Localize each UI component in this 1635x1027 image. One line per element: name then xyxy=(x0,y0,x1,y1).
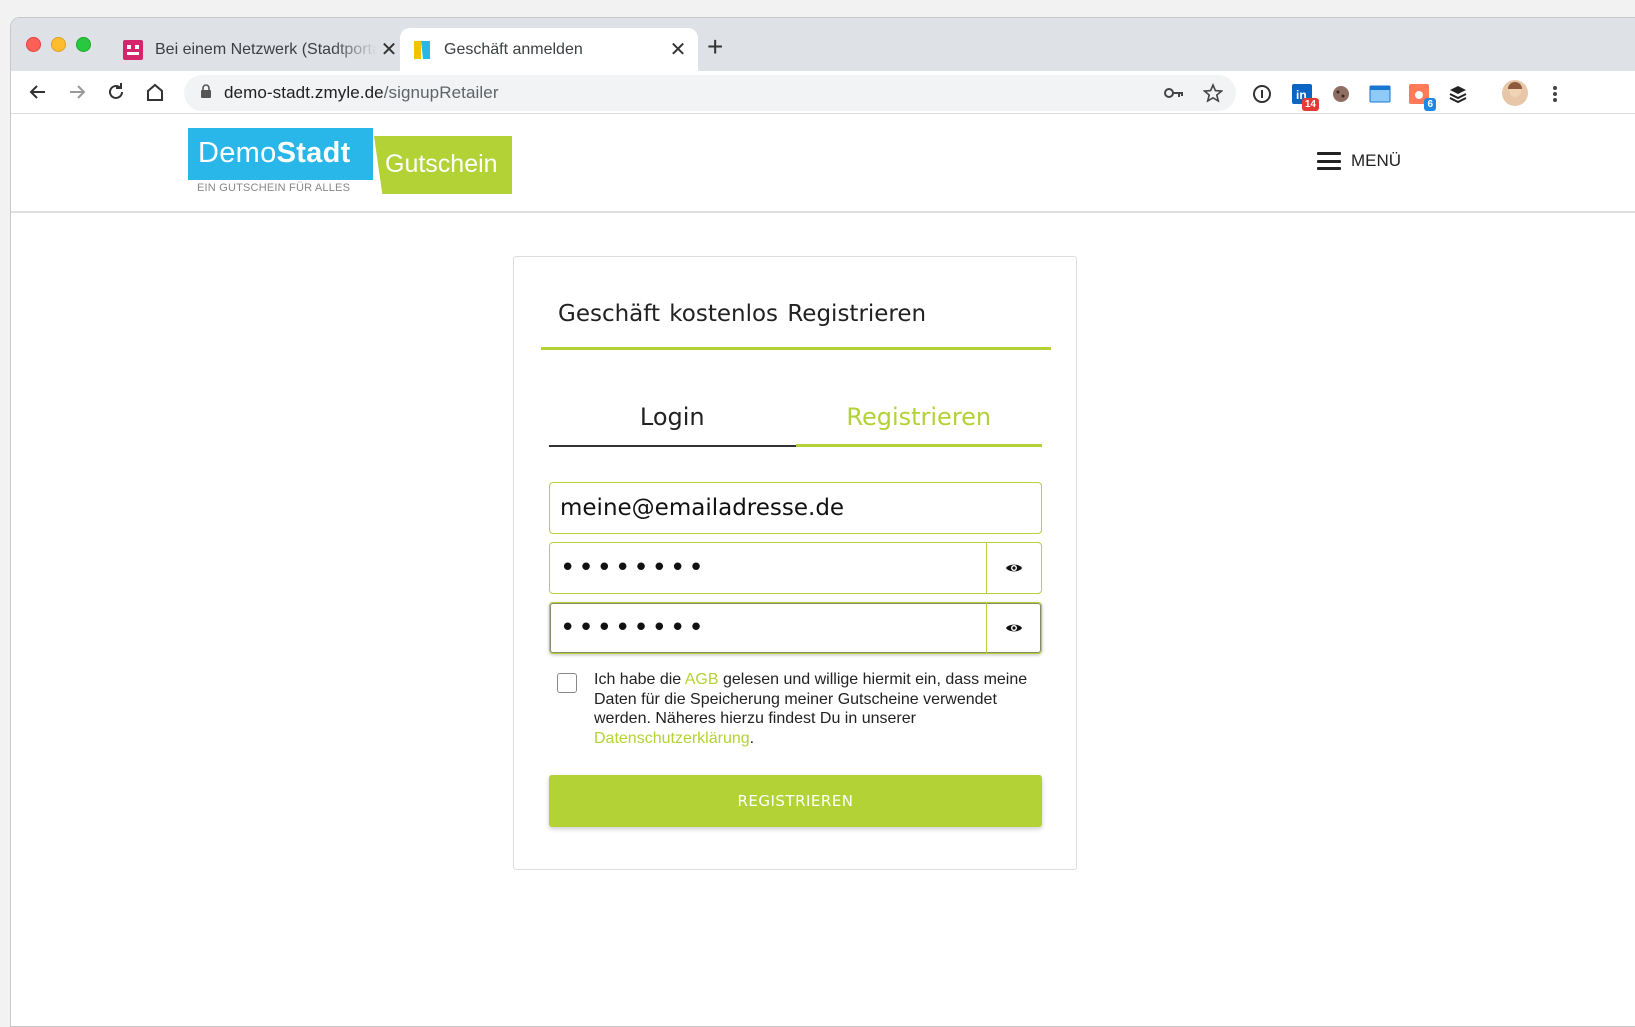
browser-toolbar: demo-stadt.zmyle.de/signupRetailer in 14… xyxy=(11,71,1635,114)
menu-label: MENÜ xyxy=(1351,151,1402,170)
demostadt-flag-icon xyxy=(412,40,432,60)
address-bar[interactable]: demo-stadt.zmyle.de/signupRetailer xyxy=(184,75,1236,111)
logo-demo: Demo xyxy=(198,137,277,169)
linkedin-badge: 14 xyxy=(1301,98,1319,111)
star-icon[interactable] xyxy=(1203,83,1223,103)
tab-title: Geschäft anmelden xyxy=(444,40,583,58)
browser-window: Bei einem Netzwerk (Stadtportal ✕ Geschä… xyxy=(10,17,1635,1027)
maximize-window-button[interactable] xyxy=(76,37,91,52)
agb-link[interactable]: AGB xyxy=(685,671,719,688)
close-tab-icon[interactable]: ✕ xyxy=(666,37,690,62)
layers-extension-icon[interactable] xyxy=(1447,83,1469,105)
url-text: demo-stadt.zmyle.de/signupRetailer xyxy=(224,83,499,103)
demostadt-logo[interactable]: DemoStadt EIN GUTSCHEIN FÜR ALLES Gutsch… xyxy=(188,128,512,198)
lock-icon xyxy=(200,83,212,103)
linkedin-extension-icon[interactable]: in 14 xyxy=(1291,83,1319,111)
logo-stadt: Stadt xyxy=(276,137,351,169)
privacy-policy-link[interactable]: Datenschutzerklärung xyxy=(594,730,750,747)
tab-login[interactable]: Login xyxy=(549,395,796,447)
hamburger-icon xyxy=(1317,152,1341,170)
url-path: /signupRetailer xyxy=(383,83,499,102)
logo-demostadt: DemoStadt xyxy=(188,128,373,180)
form-tabs: Login Registrieren xyxy=(549,395,1042,447)
show-password-eye-icon[interactable] xyxy=(986,543,1041,593)
new-tab-icon[interactable]: + xyxy=(707,33,723,61)
consent-text: Ich habe die AGB gelesen und willige hie… xyxy=(594,670,1037,748)
tab-title: Bei einem Netzwerk (Stadtportal xyxy=(155,40,377,58)
hubspot-badge: 6 xyxy=(1424,98,1436,111)
cookie-extension-icon[interactable] xyxy=(1330,83,1352,105)
profile-avatar[interactable] xyxy=(1501,79,1529,107)
show-password-confirm-eye-icon[interactable] xyxy=(986,603,1041,653)
registration-card: Geschäft kostenlos Registrieren Login Re… xyxy=(513,256,1077,870)
hubspot-extension-icon[interactable]: 6 xyxy=(1408,83,1436,111)
close-tab-icon[interactable]: ✕ xyxy=(377,37,401,62)
consent-row: Ich habe die AGB gelesen und willige hie… xyxy=(557,670,1037,748)
consent-text-part3: . xyxy=(749,729,755,747)
tab-register[interactable]: Registrieren xyxy=(795,395,1042,447)
tab-strip: Bei einem Netzwerk (Stadtportal ✕ Geschä… xyxy=(11,18,1635,71)
menu-button[interactable]: MENÜ xyxy=(1317,151,1401,171)
email-input[interactable] xyxy=(550,483,1041,533)
password-field[interactable] xyxy=(549,542,1042,594)
site-header: DemoStadt EIN GUTSCHEIN FÜR ALLES Gutsch… xyxy=(11,115,1635,213)
register-submit-button[interactable]: REGISTRIEREN xyxy=(549,775,1042,827)
logo-tagline: EIN GUTSCHEIN FÜR ALLES xyxy=(197,182,351,194)
minimize-window-button[interactable] xyxy=(51,37,66,52)
consent-checkbox[interactable] xyxy=(557,673,577,693)
card-title: Geschäft kostenlos Registrieren xyxy=(558,301,927,327)
forward-icon[interactable] xyxy=(62,77,92,107)
password-confirm-field[interactable] xyxy=(549,602,1042,654)
url-host: demo-stadt.zmyle.de xyxy=(224,83,384,102)
email-field[interactable] xyxy=(549,482,1042,534)
key-icon[interactable] xyxy=(1164,83,1184,103)
consent-text-part1: Ich habe die xyxy=(594,671,685,688)
reload-icon[interactable] xyxy=(101,77,131,107)
window-extension-icon[interactable] xyxy=(1369,83,1391,105)
info-extension-icon[interactable] xyxy=(1251,83,1273,105)
home-icon[interactable] xyxy=(140,77,170,107)
browser-tab-geschaeft-anmelden[interactable]: Geschäft anmelden ✕ xyxy=(400,28,698,71)
more-menu-icon[interactable] xyxy=(1544,83,1566,105)
back-icon[interactable] xyxy=(23,77,53,107)
title-underline xyxy=(541,347,1051,350)
browser-tab-stadtportal[interactable]: Bei einem Netzwerk (Stadtportal ✕ xyxy=(111,28,409,71)
pink-robot-icon xyxy=(123,39,143,60)
password-confirm-input[interactable] xyxy=(550,603,986,653)
close-window-button[interactable] xyxy=(26,37,41,52)
logo-gutschein: Gutschein xyxy=(374,136,512,194)
password-input[interactable] xyxy=(550,543,986,593)
